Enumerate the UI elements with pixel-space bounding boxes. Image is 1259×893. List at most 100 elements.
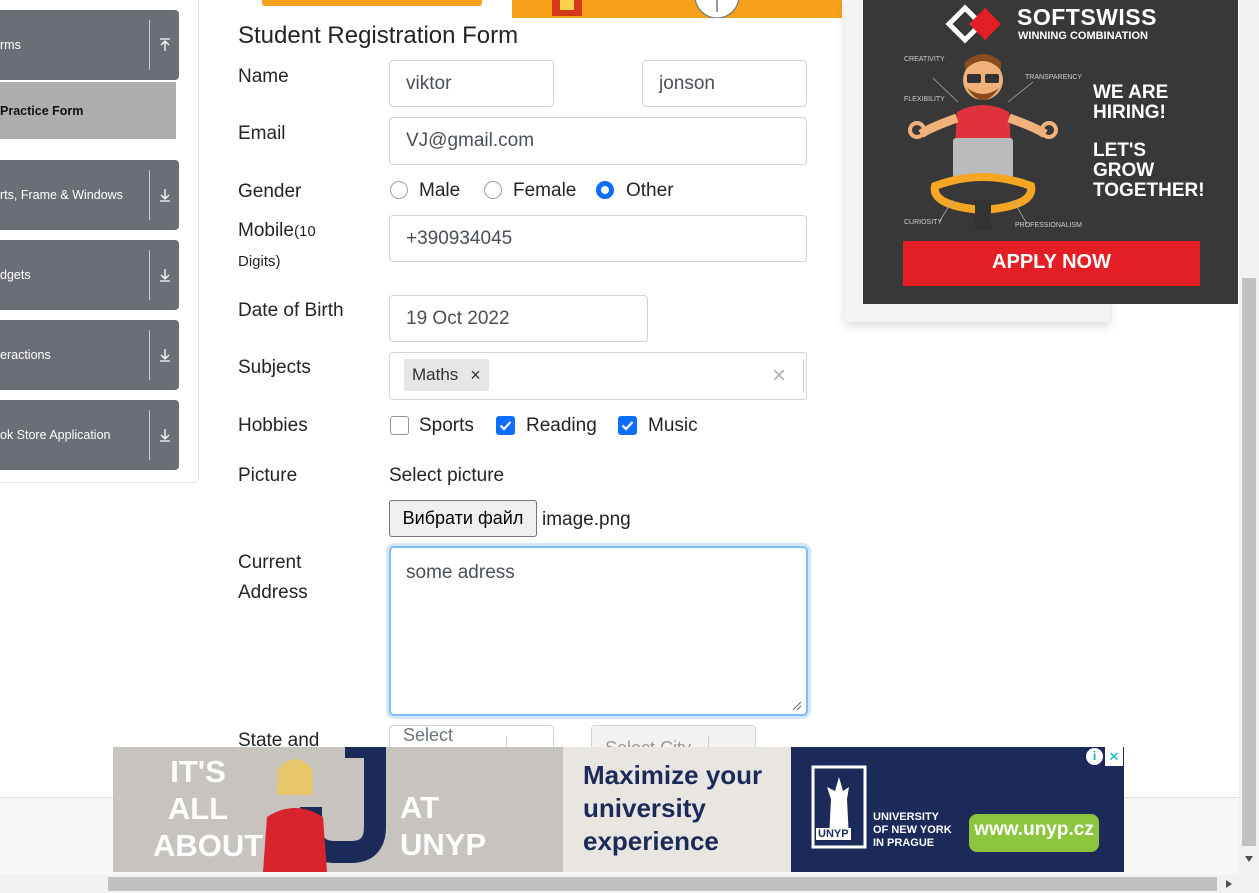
hobby-reading-label[interactable]: Reading bbox=[526, 415, 597, 437]
gender-other-label[interactable]: Other bbox=[626, 180, 674, 202]
picture-label: Picture bbox=[238, 465, 298, 486]
email-input[interactable]: VJ@gmail.com bbox=[389, 117, 807, 165]
softswiss-brand: SOFTSWISS bbox=[1017, 4, 1157, 30]
email-value: VJ@gmail.com bbox=[406, 130, 535, 151]
trait-label: CURIOSITY bbox=[904, 219, 943, 226]
checkmark-icon bbox=[621, 421, 634, 431]
hiring-line: HIRING! bbox=[1093, 102, 1166, 123]
gender-male-radio[interactable] bbox=[390, 181, 408, 199]
trait-label: PROFESSIONALISM bbox=[1015, 222, 1082, 229]
grow-line: GROW bbox=[1093, 160, 1155, 181]
unyp-ad[interactable]: IT'S ALL ABOUT AT UNYP Maximize your uni… bbox=[113, 747, 1124, 872]
ad-left-line: IT'S bbox=[170, 754, 226, 789]
ad-headline-line: Maximize your bbox=[583, 760, 763, 790]
gender-other-radio[interactable] bbox=[596, 181, 614, 199]
gender-male-label[interactable]: Male bbox=[419, 180, 460, 202]
hobby-music-checkbox[interactable] bbox=[618, 416, 637, 435]
university-line: OF NEW YORK bbox=[873, 824, 952, 836]
mobile-input[interactable]: +390934045 bbox=[389, 215, 807, 262]
ad-left-line: ABOUT bbox=[153, 828, 264, 863]
grow-line: TOGETHER! bbox=[1093, 180, 1205, 201]
grow-text: LET'S GROW TOGETHER! bbox=[1093, 141, 1205, 201]
sidebar-group-alerts-frame-windows[interactable]: rts, Frame & Windows bbox=[0, 160, 179, 230]
hobby-sports-checkbox[interactable] bbox=[390, 416, 409, 435]
first-name-value: viktor bbox=[406, 72, 452, 94]
select-picture-label: Select picture bbox=[389, 465, 505, 486]
trait-label: TRANSPARENCY bbox=[1025, 74, 1083, 81]
hiring-text: WE ARE HIRING! bbox=[1093, 83, 1168, 123]
hobby-music-label[interactable]: Music bbox=[648, 415, 698, 437]
divider bbox=[803, 360, 804, 392]
ad-close-icon[interactable]: ✕ bbox=[1105, 747, 1123, 766]
vertical-scrollbar[interactable] bbox=[1239, 0, 1259, 875]
university-line: IN PRAGUE bbox=[873, 837, 935, 849]
gender-female-radio[interactable] bbox=[484, 181, 502, 199]
top-banner-ad-fragment bbox=[262, 0, 482, 6]
dob-value: 19 Oct 2022 bbox=[406, 307, 510, 329]
chip-remove-icon[interactable]: × bbox=[470, 365, 481, 386]
top-banner-ad[interactable] bbox=[512, 0, 842, 18]
mobile-value: +390934045 bbox=[406, 227, 513, 249]
ad-headline-line: experience bbox=[583, 826, 719, 856]
sidebar-item-label: Practice Form bbox=[0, 103, 84, 118]
grow-line: LET'S bbox=[1093, 140, 1147, 161]
name-label: Name bbox=[238, 66, 289, 87]
horizontal-scrollbar[interactable] bbox=[0, 875, 1259, 893]
current-address-label-line2: Address bbox=[238, 582, 308, 603]
sidebar-group-label: rts, Frame & Windows bbox=[0, 188, 123, 202]
ad-at-line: UNYP bbox=[400, 827, 487, 862]
sidebar-group-book-store[interactable]: ok Store Application bbox=[0, 400, 179, 470]
mobile-label: Mobile(10 bbox=[238, 216, 316, 247]
last-name-value: jonson bbox=[659, 72, 715, 94]
hiring-line: WE ARE bbox=[1093, 82, 1169, 103]
ad-headline-line: university bbox=[583, 793, 706, 823]
apply-now-label[interactable]: APPLY NOW bbox=[903, 251, 1200, 274]
clear-subjects-icon[interactable]: × bbox=[772, 362, 786, 390]
address-value: some adress bbox=[406, 562, 515, 583]
softswiss-ad[interactable]: SOFTSWISS WINNING COMBINATION WE ARE HIR… bbox=[863, 0, 1238, 304]
choose-file-button[interactable]: Вибрати файл bbox=[389, 500, 537, 537]
current-address-textarea[interactable]: some adress bbox=[389, 546, 808, 716]
gender-female-label[interactable]: Female bbox=[513, 180, 576, 202]
current-address-label-line1: Current bbox=[238, 552, 302, 573]
mobile-hint: (10 bbox=[293, 223, 316, 240]
sidebar-item-practice-form[interactable]: Practice Form bbox=[0, 82, 176, 139]
dob-label: Date of Birth bbox=[238, 300, 344, 321]
download-arrow-icon bbox=[150, 240, 179, 310]
download-arrow-icon bbox=[150, 400, 179, 470]
email-label: Email bbox=[238, 123, 286, 144]
hobby-sports-label[interactable]: Sports bbox=[419, 415, 474, 437]
subjects-label: Subjects bbox=[238, 357, 311, 378]
university-name: UNIVERSITY OF NEW YORK IN PRAGUE bbox=[873, 811, 952, 850]
mobile-label-text: Mobile bbox=[238, 220, 294, 241]
first-name-input[interactable]: viktor bbox=[389, 60, 554, 107]
unyp-url[interactable]: www.unyp.cz bbox=[969, 819, 1099, 841]
ad-left-line: ALL bbox=[167, 791, 229, 826]
softswiss-tagline: WINNING COMBINATION bbox=[1018, 30, 1148, 42]
scroll-down-arrow-icon[interactable] bbox=[1244, 855, 1254, 863]
subject-chip-maths: Maths × bbox=[404, 359, 489, 391]
scroll-right-arrow-icon[interactable] bbox=[1225, 879, 1233, 889]
state-placeholder: Select bbox=[403, 725, 454, 745]
download-arrow-icon bbox=[150, 160, 179, 230]
resize-handle-icon[interactable] bbox=[792, 701, 802, 711]
upload-arrow-icon bbox=[150, 10, 179, 80]
mobile-hint-digits: Digits) bbox=[238, 253, 281, 270]
gender-label: Gender bbox=[238, 181, 302, 202]
horizontal-scrollbar-thumb[interactable] bbox=[108, 877, 1217, 891]
subject-chip-label: Maths bbox=[412, 365, 459, 384]
sidebar-group-label: dgets bbox=[0, 268, 31, 282]
vertical-scrollbar-thumb[interactable] bbox=[1242, 278, 1256, 846]
sidebar-group-widgets[interactable]: dgets bbox=[0, 240, 179, 310]
trait-label: CREATIVITY bbox=[904, 56, 945, 63]
date-of-birth-input[interactable]: 19 Oct 2022 bbox=[389, 295, 648, 342]
ad-headline: Maximize your university experience bbox=[583, 759, 762, 858]
last-name-input[interactable]: jonson bbox=[642, 60, 807, 107]
checkmark-icon bbox=[499, 421, 512, 431]
sidebar-group-label: rms bbox=[0, 38, 21, 52]
hobby-reading-checkbox[interactable] bbox=[496, 416, 515, 435]
sidebar-group-forms[interactable]: rms bbox=[0, 10, 179, 80]
ad-info-icon[interactable]: i bbox=[1086, 748, 1103, 765]
sidebar-group-interactions[interactable]: eractions bbox=[0, 320, 179, 390]
file-name-text: image.png bbox=[542, 509, 631, 530]
